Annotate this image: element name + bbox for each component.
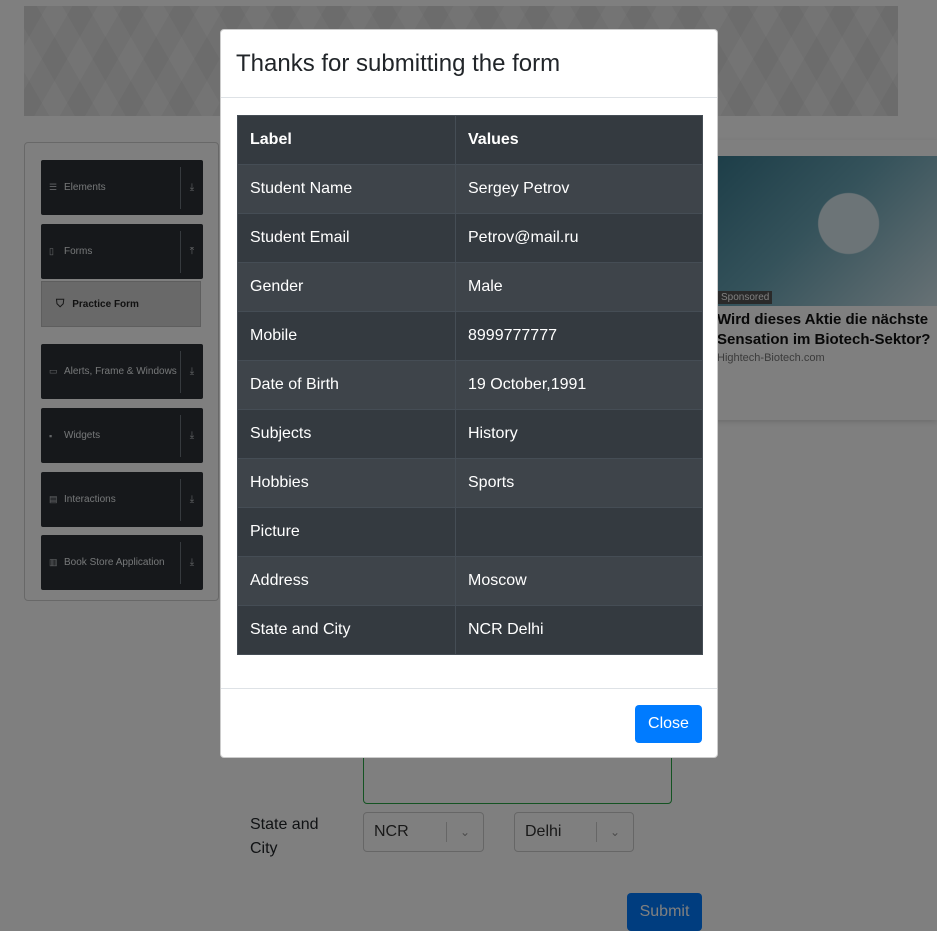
row-value: Male	[455, 262, 703, 312]
row-value	[455, 507, 703, 557]
close-button[interactable]: Close	[635, 705, 702, 743]
column-header-label: Label	[237, 115, 456, 165]
results-table: Label Values Student Name Sergey Petrov …	[237, 115, 703, 655]
table-row: Gender Male	[237, 262, 703, 312]
row-value: Moscow	[455, 556, 703, 606]
row-value: Sports	[455, 458, 703, 508]
row-value: 19 October,1991	[455, 360, 703, 410]
row-value: NCR Delhi	[455, 605, 703, 655]
modal-title: Thanks for submitting the form	[236, 49, 561, 77]
table-row: State and City NCR Delhi	[237, 605, 703, 655]
row-label: Picture	[237, 507, 456, 557]
table-header-row: Label Values	[237, 115, 703, 165]
row-label: State and City	[237, 605, 456, 655]
column-header-values: Values	[455, 115, 703, 165]
table-row: Subjects History	[237, 409, 703, 459]
row-value: 8999777777	[455, 311, 703, 361]
row-label: Student Name	[237, 164, 456, 214]
table-row: Student Email Petrov@mail.ru	[237, 213, 703, 263]
row-label: Gender	[237, 262, 456, 312]
table-row: Address Moscow	[237, 556, 703, 606]
modal-header: Thanks for submitting the form	[221, 30, 717, 98]
row-label: Date of Birth	[237, 360, 456, 410]
table-row: Picture	[237, 507, 703, 557]
row-label: Mobile	[237, 311, 456, 361]
modal-footer: Close	[221, 688, 717, 757]
table-row: Mobile 8999777777	[237, 311, 703, 361]
table-row: Student Name Sergey Petrov	[237, 164, 703, 214]
row-label: Address	[237, 556, 456, 606]
submission-modal: Thanks for submitting the form Label Val…	[220, 29, 718, 758]
row-value: Sergey Petrov	[455, 164, 703, 214]
row-label: Hobbies	[237, 458, 456, 508]
table-row: Hobbies Sports	[237, 458, 703, 508]
row-label: Student Email	[237, 213, 456, 263]
table-row: Date of Birth 19 October,1991	[237, 360, 703, 410]
row-label: Subjects	[237, 409, 456, 459]
row-value: History	[455, 409, 703, 459]
row-value: Petrov@mail.ru	[455, 213, 703, 263]
